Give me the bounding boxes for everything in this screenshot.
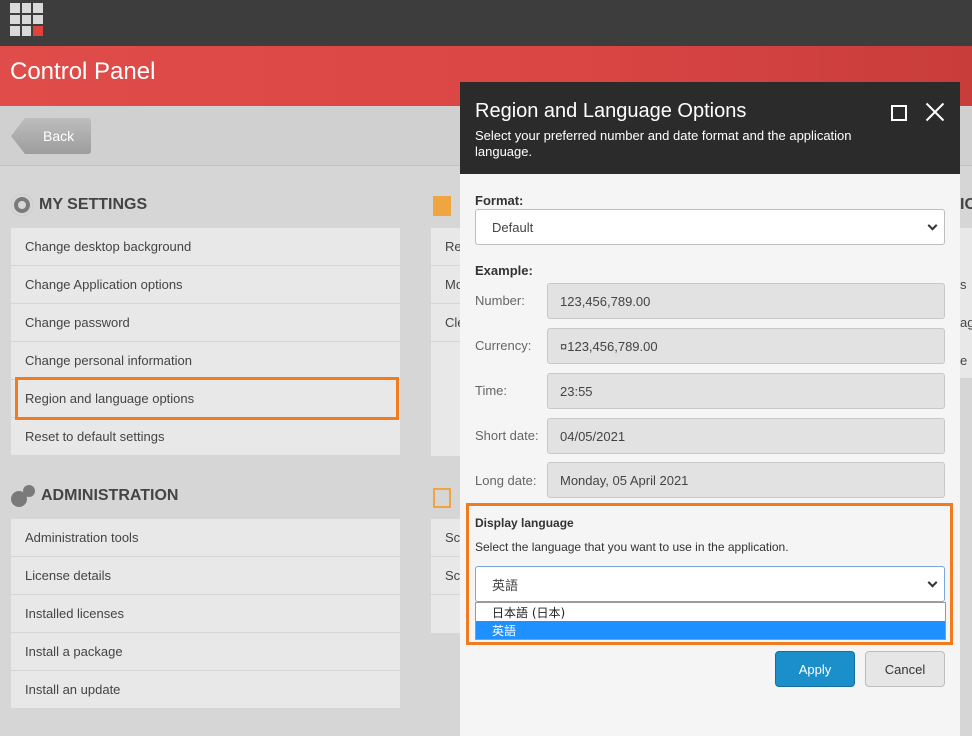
maximize-icon[interactable] [891, 105, 907, 121]
close-icon[interactable] [924, 101, 946, 123]
short-date-label: Short date: [475, 428, 539, 443]
cancel-button[interactable]: Cancel [865, 651, 945, 687]
list-item[interactable]: Cle [431, 304, 460, 342]
highlight-box [15, 377, 399, 420]
chevron-down-icon [927, 220, 938, 231]
number-field: 123,456,789.00 [547, 283, 945, 319]
time-label: Time: [475, 383, 508, 398]
list-item[interactable]: Administration tools [11, 519, 400, 557]
list-item[interactable]: Change personal information [11, 342, 400, 380]
dialog-header: Region and Language Options Select your … [460, 82, 960, 174]
list-item[interactable]: Reset to default settings [11, 418, 400, 456]
page-title: Control Panel [10, 58, 156, 85]
list-item[interactable]: e [960, 353, 972, 368]
format-value: Default [492, 219, 534, 235]
list-item[interactable]: Sca [431, 519, 460, 557]
gears-icon [11, 485, 35, 507]
long-date-label: Long date: [475, 473, 537, 488]
list-item[interactable]: License details [11, 557, 400, 595]
short-date-field: 04/05/2021 [547, 418, 945, 454]
app-grid-icon[interactable] [10, 3, 43, 36]
my-settings-title: MY SETTINGS [39, 196, 148, 213]
back-button[interactable]: Back [11, 118, 91, 154]
my-settings-heading: MY SETTINGS [11, 194, 147, 216]
database-icon [433, 196, 451, 216]
right-section-heading: IC [960, 196, 972, 213]
dialog-body: Format: Default Example: Number: 123,456… [460, 174, 960, 736]
list-item[interactable]: Installed licenses [11, 595, 400, 633]
administration-title: ADMINISTRATION [41, 487, 179, 504]
currency-field: ¤123,456,789.00 [547, 328, 945, 364]
top-bar [0, 0, 972, 46]
gear-icon [11, 194, 33, 216]
format-select[interactable]: Default [475, 209, 945, 245]
administration-list: Administration tools License details Ins… [11, 519, 400, 709]
apply-button[interactable]: Apply [775, 651, 855, 687]
list-item[interactable]: Change desktop background [11, 228, 400, 266]
dialog-title: Region and Language Options [475, 100, 747, 122]
list-item[interactable]: Install an update [11, 671, 400, 709]
time-field: 23:55 [547, 373, 945, 409]
number-label: Number: [475, 293, 525, 308]
list-item[interactable]: Change password [11, 304, 400, 342]
list-item[interactable]: Install a package [11, 633, 400, 671]
long-date-field: Monday, 05 April 2021 [547, 462, 945, 498]
list-item[interactable]: s [960, 277, 972, 292]
list-item[interactable]: Re [431, 228, 460, 266]
list-item[interactable]: Change Application options [11, 266, 400, 304]
my-settings-list: Change desktop background Change Applica… [11, 228, 400, 456]
middle-list-top: Re Mo Cle [431, 228, 460, 456]
currency-label: Currency: [475, 338, 532, 353]
list-item[interactable]: Sca [431, 557, 460, 595]
list-item[interactable]: ag [960, 315, 972, 330]
format-label: Format: [475, 193, 524, 208]
highlight-box [466, 503, 953, 645]
dialog-subtitle: Select your preferred number and date fo… [475, 128, 852, 159]
list-item[interactable]: Mo [431, 266, 460, 304]
middle-list-bottom: Sca Sca [431, 519, 460, 633]
scroll-icon [433, 488, 451, 508]
administration-heading: ADMINISTRATION [11, 485, 178, 507]
example-label: Example: [475, 263, 533, 278]
